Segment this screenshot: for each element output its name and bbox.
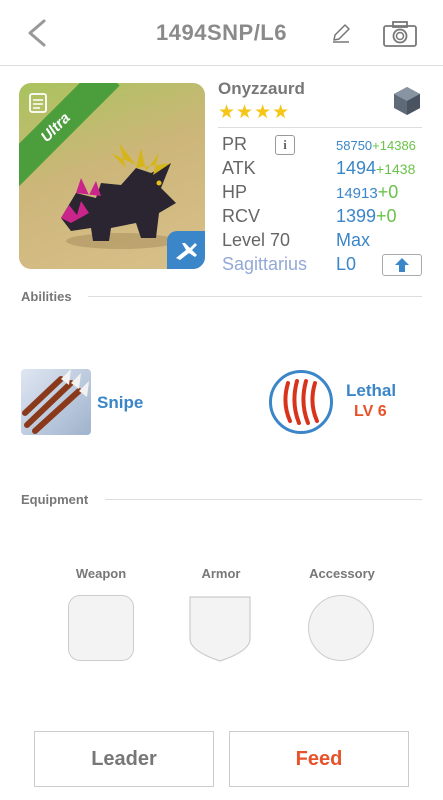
stat-rcv-label: RCV (222, 206, 261, 226)
leader-skill-icon[interactable] (269, 370, 333, 434)
claw-marks-icon (283, 379, 319, 425)
zodiac-label[interactable]: Sagittarius (222, 254, 307, 275)
stat-hp-value: 14913+0 (336, 182, 398, 203)
stat-rcv-base: 1399 (336, 206, 377, 226)
leader-button[interactable]: Leader (34, 731, 214, 787)
stat-rcv: RCV 1399+0 (222, 206, 432, 230)
feed-button[interactable]: Feed (229, 731, 409, 787)
abilities-divider (88, 296, 422, 297)
info-icon[interactable]: i (275, 135, 295, 155)
stat-hp-base: 14913 (336, 185, 378, 202)
stats-divider (218, 127, 422, 128)
equipment-section-label: Equipment (21, 492, 89, 507)
camera-icon[interactable] (382, 20, 418, 48)
stat-atk-base: 1494 (336, 158, 377, 178)
leader-skill-name[interactable]: Lethal (346, 381, 396, 401)
leader-skill-level: LV 6 (354, 403, 387, 420)
stat-pr: PR i 58750+14386 (222, 134, 432, 158)
stone-element-icon (394, 87, 420, 115)
weapon-slot[interactable] (68, 595, 134, 661)
arrow-up-icon (395, 258, 409, 272)
top-nav: 1494SNP/L6 (0, 0, 443, 66)
abilities-section-label: Abilities (21, 289, 72, 304)
page-title: 1494SNP/L6 (156, 20, 287, 45)
equipment-divider (105, 499, 422, 500)
accessory-label: Accessory (309, 566, 375, 581)
snipe-ability-icon[interactable] (21, 369, 91, 435)
creature-portrait[interactable]: Ultra (19, 83, 205, 269)
armor-slot[interactable] (188, 595, 252, 663)
creature-name: Onyzzaurd (218, 79, 305, 98)
stat-pr-base: 58750 (336, 138, 373, 153)
airplane-icon (176, 243, 197, 260)
stat-rcv-gain: +0 (376, 206, 397, 226)
stat-pr-label: PR (222, 134, 248, 154)
zodiac-level: L0 (336, 254, 357, 274)
star-rating: ★★★★ (218, 102, 291, 123)
stat-level-value: Max (336, 230, 371, 250)
stat-atk-value: 1494+1438 (336, 158, 415, 179)
zodiac-upgrade-button[interactable] (382, 254, 422, 276)
stat-atk: ATK 1494+1438 (222, 158, 432, 182)
class-badge (167, 231, 205, 269)
ability-name[interactable]: Snipe (97, 393, 143, 413)
stat-pr-value: 58750+14386 (336, 138, 416, 153)
stat-level-label: Level 70 (222, 230, 291, 250)
stat-hp-label: HP (222, 182, 248, 202)
arrows-icon (22, 369, 89, 434)
stat-atk-label: ATK (222, 158, 256, 178)
stat-rcv-value: 1399+0 (336, 206, 397, 227)
armor-label: Armor (201, 566, 241, 581)
stat-pr-gain: +14386 (372, 138, 416, 153)
stat-level: Level 70 Max (222, 230, 432, 254)
pencil-icon[interactable] (330, 22, 352, 44)
stat-hp: HP 14913+0 (222, 182, 432, 206)
accessory-slot[interactable] (308, 595, 374, 661)
stat-hp-gain: +0 (377, 182, 399, 202)
document-icon (29, 93, 47, 113)
weapon-label: Weapon (75, 566, 127, 581)
stat-atk-gain: +1438 (376, 161, 416, 177)
stat-sign: Sagittarius L0 (222, 254, 432, 278)
